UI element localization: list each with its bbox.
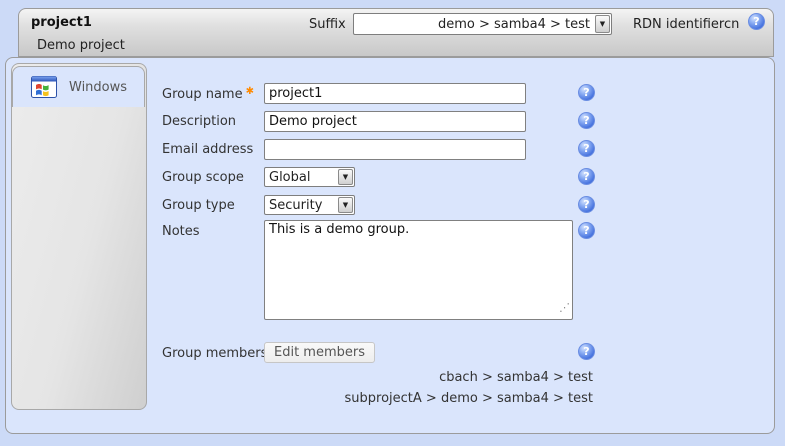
help-icon[interactable]: ? (578, 112, 595, 129)
page-title: project1 (31, 15, 92, 30)
help-icon[interactable]: ? (578, 343, 595, 360)
group-name-input[interactable] (264, 83, 526, 104)
description-label: Description (162, 114, 236, 129)
group-type-select-value: Security (265, 196, 337, 214)
group-member-entry: cbach > samba4 > test (265, 369, 593, 390)
group-name-label: Group name✱ (162, 86, 254, 102)
page-subtitle: Demo project (37, 38, 125, 53)
rdn-identifier-value: cn (724, 17, 739, 32)
title-bar: project1 Demo project Suffix demo > samb… (18, 8, 774, 57)
notes-label: Notes (162, 224, 200, 239)
group-type-select[interactable]: Security ▼ (264, 195, 355, 215)
chevron-down-icon[interactable]: ▼ (338, 197, 353, 213)
suffix-select[interactable]: demo > samba4 > test ▼ (353, 13, 612, 35)
suffix-select-value: demo > samba4 > test (354, 14, 594, 34)
chevron-down-icon[interactable]: ▼ (338, 169, 353, 185)
chevron-down-icon[interactable]: ▼ (595, 15, 610, 33)
description-input[interactable] (264, 111, 526, 132)
group-scope-select[interactable]: Global ▼ (264, 167, 355, 187)
notes-textarea[interactable]: This is a demo group. (264, 220, 573, 320)
group-member-entry: subprojectA > demo > samba4 > test (265, 390, 593, 411)
help-icon[interactable]: ? (578, 222, 595, 239)
help-icon[interactable]: ? (578, 196, 595, 213)
email-address-label: Email address (162, 142, 253, 157)
email-address-input[interactable] (264, 139, 526, 160)
help-icon[interactable]: ? (578, 140, 595, 157)
edit-members-button[interactable]: Edit members (264, 342, 375, 363)
help-icon[interactable]: ? (578, 168, 595, 185)
group-members-label: Group members (162, 346, 267, 361)
group-members-list: cbach > samba4 > test subprojectA > demo… (265, 369, 593, 411)
group-scope-label: Group scope (162, 170, 244, 185)
group-scope-select-value: Global (265, 168, 337, 186)
tab-windows[interactable]: Windows (12, 66, 145, 107)
suffix-label: Suffix (309, 17, 346, 32)
help-icon[interactable]: ? (748, 13, 765, 30)
tab-windows-label: Windows (69, 80, 127, 95)
help-icon[interactable]: ? (578, 84, 595, 101)
required-icon: ✱ (246, 86, 254, 97)
resize-grip-icon[interactable]: ⋰ (559, 301, 570, 314)
windows-logo-icon (31, 76, 57, 98)
group-type-label: Group type (162, 198, 235, 213)
sidebar (11, 63, 147, 410)
rdn-identifier-label: RDN identifier (633, 17, 724, 32)
